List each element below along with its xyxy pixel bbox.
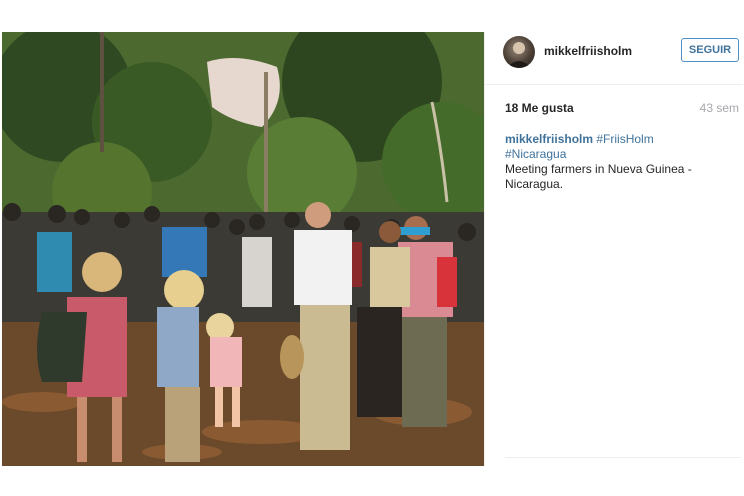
likes-count[interactable]: 18 Me gusta [505, 101, 574, 115]
caption-username[interactable]: mikkelfriisholm [505, 132, 593, 146]
post-time[interactable]: 43 sem [700, 101, 739, 115]
avatar-image [507, 42, 531, 68]
follow-button[interactable]: SEGUIR [681, 38, 739, 62]
post-photo[interactable] [2, 32, 484, 466]
hashtag-nicaragua[interactable]: #Nicaragua [505, 147, 566, 161]
post-sidebar: mikkelfriisholm SEGUIR 18 Me gusta 43 se… [484, 32, 743, 466]
hashtag-friisholm[interactable]: #FriisHolm [596, 132, 653, 146]
comment-divider [505, 457, 741, 458]
photo-illustration [2, 32, 484, 466]
caption-text: Meeting farmers in Nueva Guinea - Nicara… [505, 162, 692, 191]
avatar[interactable] [503, 36, 535, 68]
username-link[interactable]: mikkelfriisholm [544, 44, 632, 58]
post-header: mikkelfriisholm SEGUIR [485, 32, 743, 85]
post-caption: mikkelfriisholm #FriisHolm #Nicaragua Me… [505, 132, 720, 192]
